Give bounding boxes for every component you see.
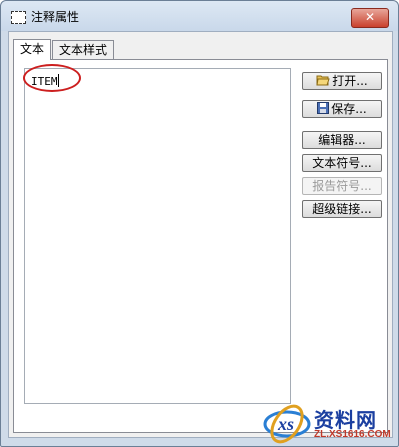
tab-text[interactable]: 文本 [13,39,52,60]
folder-open-icon [316,74,330,90]
title-bar[interactable]: 注释属性 ✕ [1,1,398,31]
save-label: 保存... [331,102,367,116]
text-editor[interactable]: ITEM [23,64,291,404]
floppy-disk-icon [317,101,330,118]
dialog-body: 文本 文本样式 ITEM 打开... 保存... 编辑器... 文本符号... [8,31,393,438]
save-button[interactable]: 保存... [302,100,382,118]
tab-text-style[interactable]: 文本样式 [52,40,115,59]
report-symbol-button: 报告符号... [302,177,382,195]
close-button[interactable]: ✕ [351,8,389,28]
text-symbol-button[interactable]: 文本符号... [302,154,382,172]
text-tab-panel: ITEM 打开... 保存... 编辑器... 文本符号... 报告符号... … [13,59,388,433]
watermark: xs 资料网 ZL.XS1616.COM [262,402,396,444]
watermark-url: ZL.XS1616.COM [314,429,391,440]
red-ellipse-annotation [23,64,81,92]
annotation-properties-dialog: 注释属性 ✕ 文本 文本样式 ITEM 打开... 保存... 编辑器... 文… [0,0,399,447]
watermark-logo-icon: xs [263,404,311,444]
svg-text:xs: xs [277,414,294,434]
dialog-title: 注释属性 [31,10,80,24]
editor-button[interactable]: 编辑器... [302,131,382,149]
dialog-icon [11,11,26,24]
open-label: 打开... [332,74,368,88]
hyperlink-button[interactable]: 超级链接... [302,200,382,218]
open-button[interactable]: 打开... [302,72,382,90]
